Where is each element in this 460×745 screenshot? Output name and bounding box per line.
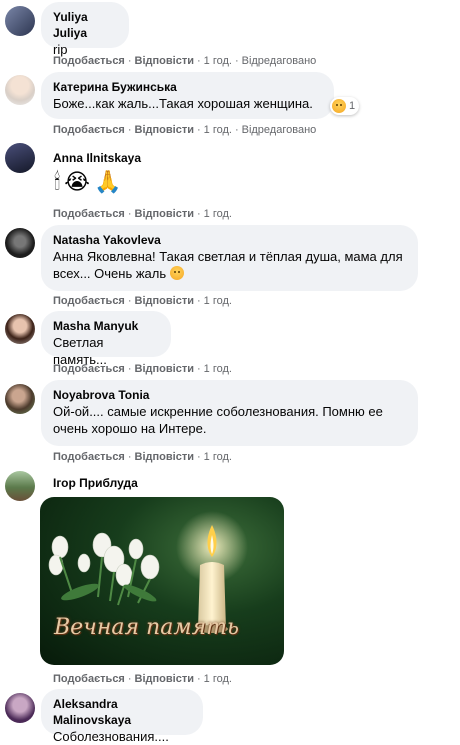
attached-image[interactable]: Вечная память [40,497,284,665]
avatar[interactable] [5,471,35,501]
like-link[interactable]: Подобається [53,673,125,685]
comment-text: Ой-ой.... самые искренние соболезнования… [53,404,383,436]
crying-face-icon: 😭 [64,169,90,194]
timestamp[interactable]: 1 год. [204,673,232,685]
sad-reaction-icon [332,99,346,113]
like-link[interactable]: Подобається [53,295,125,307]
comment-bubble: Катерина Бужинська Боже...как жаль...Так… [41,72,334,119]
reply-link[interactable]: Відповісти [135,55,194,67]
timestamp[interactable]: 1 год. [204,208,232,220]
reply-link[interactable]: Відповісти [135,673,194,685]
timestamp[interactable]: 1 год. [204,124,232,136]
comment-actions: Подобається · Відповісти · 1 год. · Відредагов… [53,124,317,136]
like-link[interactable]: Подобається [53,124,125,136]
reply-link[interactable]: Відповісти [135,295,194,307]
comment-bubble: Masha Manyuk Светлая память... [41,311,171,367]
comment-actions: Подобається · Відповісти · 1 год. · Відредагов… [53,55,317,67]
comment-author[interactable]: Masha Manyuk [53,318,159,334]
reply-link[interactable]: Відповісти [135,451,194,463]
folded-hands-icon: 🙏 [93,169,122,194]
sad-emoji-icon [169,266,184,280]
comment-bubble: Aleksandra Malinovskaya Соболезнования..… [41,689,203,744]
comment-actions: Подобається · Відповісти · 1 год. [53,295,232,307]
comment-actions: Подобається · Відповісти · 1 год. [53,208,232,220]
comment-actions: Подобається · Відповісти · 1 год. [53,673,232,685]
comment-author[interactable]: Катерина Бужинська [53,79,322,95]
comment-author[interactable]: Ігор Приблуда [53,475,138,491]
comment-actions: Подобається · Відповісти · 1 год. [53,363,232,375]
comment-bubble: Natasha Yakovleva Анна Яковлевна! Такая … [41,225,418,291]
avatar[interactable] [5,693,35,723]
like-link[interactable]: Подобається [53,55,125,67]
like-link[interactable]: Подобається [53,363,125,375]
reaction-count: 1 [349,100,356,112]
emoji-row: 🕯 😭 🙏 [54,168,125,196]
comment-bubble: Yuliya Juliya rip [41,2,129,57]
comment-bubble: Noyabrova Tonia Ой-ой.... самые искренни… [41,380,418,446]
comment-text: Соболезнования.... [53,729,169,744]
timestamp[interactable]: 1 год. [204,55,232,67]
reply-link[interactable]: Відповісти [135,363,194,375]
comment-author[interactable]: Natasha Yakovleva [53,232,406,248]
comment-author[interactable]: Yuliya Juliya [53,9,117,41]
image-caption: Вечная память [54,615,239,640]
comment-text: Боже...как жаль...Такая хорошая женщина. [53,96,313,111]
comment-text: Анна Яковлевна! Такая светлая и тёплая д… [53,249,403,281]
avatar[interactable] [5,314,35,344]
edited-label[interactable]: Відредаговано [242,124,317,136]
timestamp[interactable]: 1 год. [204,363,232,375]
avatar[interactable] [5,143,35,173]
reply-link[interactable]: Відповісти [135,124,194,136]
comment-author[interactable]: Noyabrova Tonia [53,387,406,403]
comment-author[interactable]: Aleksandra Malinovskaya [53,696,191,728]
avatar[interactable] [5,6,35,36]
comment-author[interactable]: Anna Ilnitskaya [53,150,141,166]
candle-icon: 🕯 [54,169,61,194]
timestamp[interactable]: 1 год. [204,451,232,463]
like-link[interactable]: Подобається [53,208,125,220]
avatar[interactable] [5,384,35,414]
comment-actions: Подобається · Відповісти · 1 год. [53,451,232,463]
avatar[interactable] [5,228,35,258]
edited-label[interactable]: Відредаговано [242,55,317,67]
comment-text-wrap: Анна Яковлевна! Такая светлая и тёплая д… [53,248,406,282]
avatar[interactable] [5,75,35,105]
reply-link[interactable]: Відповісти [135,208,194,220]
reaction-badge[interactable]: 1 [330,97,360,115]
like-link[interactable]: Подобається [53,451,125,463]
timestamp[interactable]: 1 год. [204,295,232,307]
